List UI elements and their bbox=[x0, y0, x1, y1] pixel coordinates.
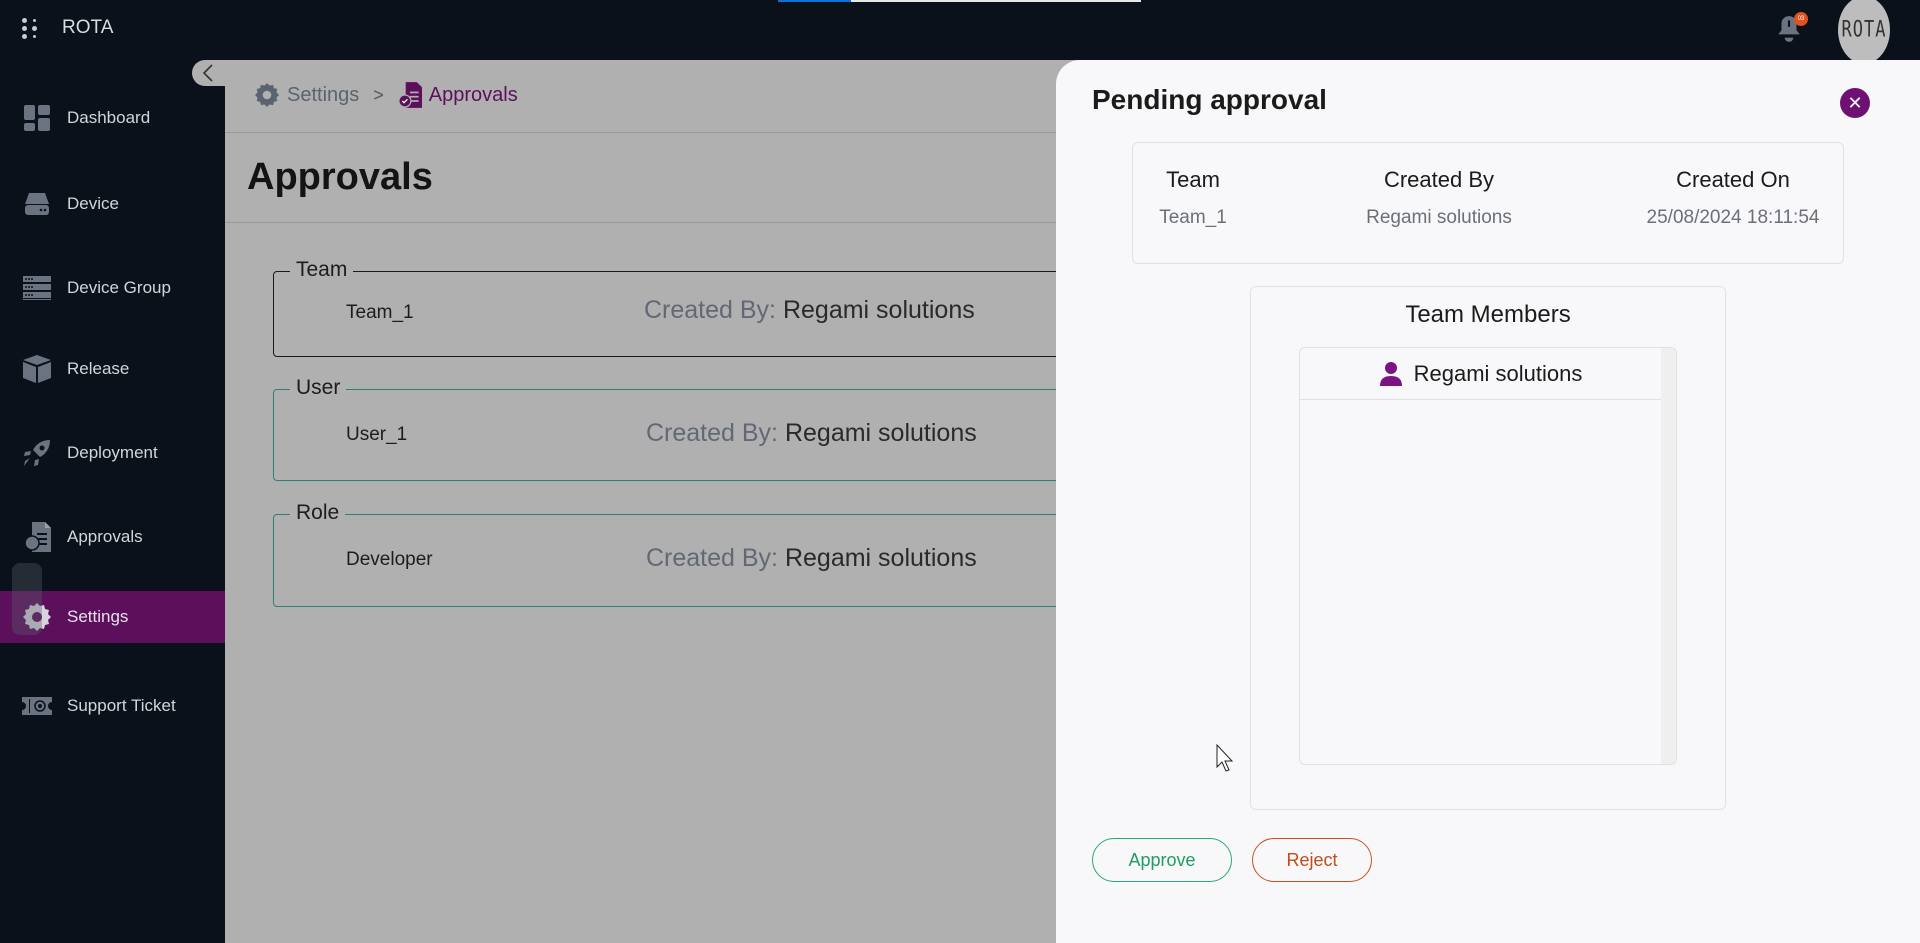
team-members-panel: Team Members Regami solutions bbox=[1250, 286, 1726, 810]
app-logo[interactable]: ROTA bbox=[22, 17, 113, 39]
sidebar: Dashboard Device Device Group Release De… bbox=[0, 60, 225, 943]
app-title: ROTA bbox=[62, 17, 114, 38]
approve-button[interactable]: Approve bbox=[1092, 838, 1232, 882]
person-icon bbox=[1379, 361, 1402, 386]
team-members-title: Team Members bbox=[1405, 301, 1571, 328]
info-header: Created On bbox=[1676, 167, 1790, 192]
close-button[interactable]: ✕ bbox=[1840, 88, 1870, 118]
hard-drive-icon bbox=[22, 189, 52, 219]
info-header: Team bbox=[1166, 167, 1220, 192]
reject-button[interactable]: Reject bbox=[1252, 838, 1372, 882]
card-name: Team_1 bbox=[346, 302, 414, 323]
progress-fill bbox=[778, 0, 851, 2]
rocket-icon bbox=[22, 438, 52, 468]
sidebar-item-label: Deployment bbox=[67, 443, 158, 462]
sidebar-item-label: Device bbox=[67, 194, 119, 213]
info-created-on: Created On 25/08/2024 18:11:54 bbox=[1633, 167, 1833, 229]
card-legend: Team bbox=[290, 258, 354, 282]
page-load-progress bbox=[778, 0, 1141, 2]
cube-icon bbox=[22, 354, 52, 384]
sidebar-item-release[interactable]: Release bbox=[0, 343, 225, 395]
breadcrumb: Settings > Approvals bbox=[255, 82, 518, 108]
card-name: User_1 bbox=[346, 424, 408, 445]
sidebar-item-device[interactable]: Device bbox=[0, 178, 225, 230]
info-created-by: Created By Regami solutions bbox=[1339, 167, 1539, 229]
card-created-by: Created By: Regami solutions bbox=[646, 419, 977, 447]
sidebar-item-deployment[interactable]: Deployment bbox=[0, 427, 225, 479]
sidebar-collapse-button[interactable] bbox=[192, 60, 232, 86]
sidebar-toggle-handle[interactable] bbox=[12, 563, 42, 635]
sidebar-item-label: Settings bbox=[67, 607, 129, 626]
sidebar-item-device-group[interactable]: Device Group bbox=[0, 262, 225, 314]
server-rack-icon bbox=[22, 273, 52, 303]
list-item: Regami solutions bbox=[1300, 348, 1662, 400]
member-name: Regami solutions bbox=[1413, 360, 1583, 386]
ticket-icon bbox=[22, 691, 52, 721]
avatar[interactable]: ROTA bbox=[1838, 0, 1890, 64]
sidebar-item-label: Approvals bbox=[67, 527, 143, 546]
mouse-cursor-icon bbox=[1216, 744, 1234, 772]
info-team: Team Team_1 bbox=[1153, 167, 1233, 229]
notification-badge: 03 bbox=[1794, 12, 1808, 26]
sidebar-item-support-ticket[interactable]: Support Ticket bbox=[0, 680, 225, 732]
info-value: Regami solutions bbox=[1366, 207, 1512, 228]
logo-dots-icon bbox=[22, 17, 38, 39]
close-icon: ✕ bbox=[1847, 93, 1863, 113]
card-legend: Role bbox=[290, 501, 346, 525]
info-value: Team_1 bbox=[1159, 207, 1227, 228]
breadcrumb-approvals: Approvals bbox=[428, 83, 518, 106]
sidebar-item-dashboard[interactable]: Dashboard bbox=[0, 92, 225, 144]
dashboard-icon bbox=[22, 103, 52, 133]
scrollbar[interactable] bbox=[1661, 348, 1676, 764]
card-created-by: Created By: Regami solutions bbox=[646, 544, 977, 572]
pending-approval-drawer: Pending approval ✕ Team Team_1 Created B… bbox=[1056, 60, 1920, 943]
drawer-title: Pending approval bbox=[1092, 84, 1327, 115]
card-name: Developer bbox=[346, 549, 433, 570]
sidebar-item-label: Support Ticket bbox=[67, 696, 176, 715]
sidebar-item-label: Dashboard bbox=[67, 108, 151, 127]
approval-document-icon bbox=[397, 82, 422, 108]
card-legend: User bbox=[290, 376, 347, 400]
info-header: Created By bbox=[1383, 167, 1495, 192]
approval-info: Team Team_1 Created By Regami solutions … bbox=[1132, 142, 1844, 264]
sidebar-item-approvals[interactable]: Approvals bbox=[0, 511, 225, 563]
sidebar-item-label: Release bbox=[67, 359, 130, 378]
card-created-by: Created By: Regami solutions bbox=[644, 296, 975, 324]
info-value: 25/08/2024 18:11:54 bbox=[1646, 207, 1820, 228]
gear-icon bbox=[255, 83, 279, 107]
page-title: Approvals bbox=[247, 156, 433, 198]
team-members-list[interactable]: Regami solutions bbox=[1299, 347, 1677, 765]
approval-document-icon bbox=[22, 522, 52, 552]
sidebar-item-label: Device Group bbox=[67, 278, 171, 297]
breadcrumb-separator: > bbox=[373, 84, 384, 105]
top-bar: ROTA 03 ROTA bbox=[0, 0, 1920, 64]
chevron-left-icon bbox=[202, 64, 213, 82]
breadcrumb-settings[interactable]: Settings bbox=[287, 84, 359, 107]
